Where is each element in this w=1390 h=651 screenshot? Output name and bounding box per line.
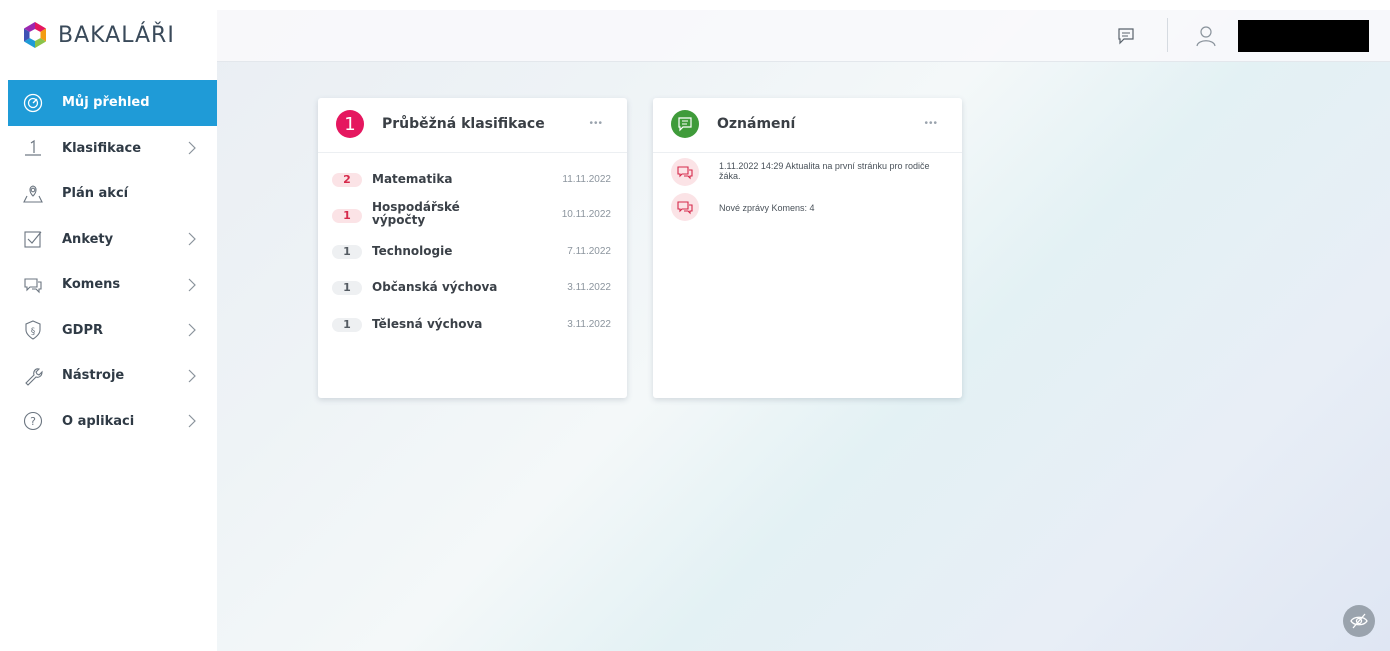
- grade-date: 3.11.2022: [567, 319, 611, 330]
- grade-date: 10.11.2022: [561, 209, 611, 220]
- grade-badge: 2: [332, 173, 362, 187]
- svg-text:§: §: [31, 327, 36, 337]
- hide-eye-icon[interactable]: [1343, 605, 1375, 637]
- grade-row[interactable]: 1 Tělesná výchova 3.11.2022: [318, 307, 627, 343]
- grade-badge: 1: [332, 318, 362, 332]
- grade-date: 11.11.2022: [562, 174, 611, 185]
- grade-row[interactable]: 1 Hospodářské výpočty 10.11.2022: [318, 192, 627, 228]
- more-options-icon[interactable]: •••: [924, 118, 938, 129]
- grade-row[interactable]: 1 Technologie 7.11.2022: [318, 234, 627, 270]
- sidebar: BAKALÁŘI Můj přehled Klasifikace Plán ak…: [0, 0, 217, 651]
- notice-text: Nové zprávy Komens: 4: [719, 203, 815, 213]
- grade-badge: 1: [332, 281, 362, 295]
- svg-text:?: ?: [30, 415, 36, 428]
- message-icon[interactable]: [1114, 24, 1138, 48]
- sidebar-item-klasifikace[interactable]: Klasifikace: [8, 126, 217, 172]
- main-content: 1 Průběžná klasifikace ••• 2 Matematika …: [217, 10, 1390, 651]
- user-name-redacted[interactable]: [1238, 20, 1369, 52]
- notice-item[interactable]: Nové zprávy Komens: 4: [653, 193, 962, 225]
- message-icon: [671, 110, 699, 138]
- chevron-right-icon: [187, 278, 197, 292]
- subject-name: Tělesná výchova: [372, 317, 483, 331]
- subject-name: Hospodářské výpočty: [372, 200, 460, 227]
- map-pin-icon: [22, 183, 44, 205]
- notices-card-title[interactable]: Oznámení: [717, 116, 795, 132]
- sidebar-item-label: GDPR: [62, 322, 103, 338]
- sidebar-item-label: Můj přehled: [62, 95, 150, 111]
- subject-name: Matematika: [372, 172, 453, 186]
- grade-one-icon: [22, 137, 44, 159]
- chat-bubbles-icon: [671, 158, 699, 186]
- grades-card: 1 Průběžná klasifikace ••• 2 Matematika …: [318, 98, 627, 398]
- sidebar-item-label: Plán akcí: [62, 186, 129, 202]
- app-logo[interactable]: BAKALÁŘI: [22, 20, 175, 50]
- sidebar-item-o-aplikaci[interactable]: ? O aplikaci: [8, 399, 217, 445]
- chevron-right-icon: [187, 141, 197, 155]
- more-options-icon[interactable]: •••: [589, 118, 603, 129]
- sidebar-item-ankety[interactable]: Ankety: [8, 217, 217, 263]
- chevron-right-icon: [187, 414, 197, 428]
- grade-badge: 1: [332, 245, 362, 259]
- wrench-icon: [22, 365, 44, 387]
- chevron-right-icon: [187, 323, 197, 337]
- chevron-right-icon: [187, 232, 197, 246]
- question-icon: ?: [22, 410, 44, 432]
- notices-card: Oznámení ••• 1.11.2022 14:29 Aktualita n…: [653, 98, 962, 398]
- grade-date: 3.11.2022: [567, 282, 611, 293]
- grade-one-icon: 1: [336, 110, 364, 138]
- shield-paragraph-icon: §: [22, 319, 44, 341]
- sidebar-item-plan-akci[interactable]: Plán akcí: [8, 171, 217, 217]
- sidebar-item-muj-prehled[interactable]: Můj přehled: [8, 80, 217, 126]
- grade-date: 7.11.2022: [567, 246, 611, 257]
- grade-row[interactable]: 1 Občanská výchova 3.11.2022: [318, 270, 627, 306]
- app-name: BAKALÁŘI: [58, 22, 175, 48]
- notices-card-header: Oznámení •••: [653, 98, 962, 153]
- subject-name: Technologie: [372, 244, 453, 258]
- grades-card-header: 1 Průběžná klasifikace •••: [318, 98, 627, 153]
- notice-item[interactable]: 1.11.2022 14:29 Aktualita na první strán…: [653, 156, 962, 188]
- bakalari-logo-icon: [24, 22, 46, 48]
- sidebar-nav: Můj přehled Klasifikace Plán akcí Ankety: [8, 80, 217, 444]
- sidebar-item-label: Komens: [62, 277, 121, 293]
- sidebar-item-label: Klasifikace: [62, 140, 142, 156]
- grades-card-title[interactable]: Průběžná klasifikace: [382, 116, 545, 132]
- chevron-right-icon: [187, 369, 197, 383]
- chat-bubbles-icon: [671, 193, 699, 221]
- subject-name: Občanská výchova: [372, 280, 498, 294]
- user-icon[interactable]: [1188, 19, 1224, 53]
- sidebar-item-label: Nástroje: [62, 368, 125, 384]
- top-bar: [217, 10, 1390, 62]
- topbar-divider: [1167, 18, 1168, 52]
- target-icon: [22, 92, 44, 114]
- notice-text: 1.11.2022 14:29 Aktualita na první strán…: [719, 161, 930, 181]
- sidebar-item-nastroje[interactable]: Nástroje: [8, 353, 217, 399]
- sidebar-item-label: O aplikaci: [62, 413, 135, 429]
- grade-badge: 1: [332, 209, 362, 223]
- chat-bubbles-icon: [22, 274, 44, 296]
- sidebar-item-label: Ankety: [62, 231, 114, 247]
- checkbox-icon: [22, 228, 44, 250]
- sidebar-item-komens[interactable]: Komens: [8, 262, 217, 308]
- sidebar-item-gdpr[interactable]: § GDPR: [8, 308, 217, 354]
